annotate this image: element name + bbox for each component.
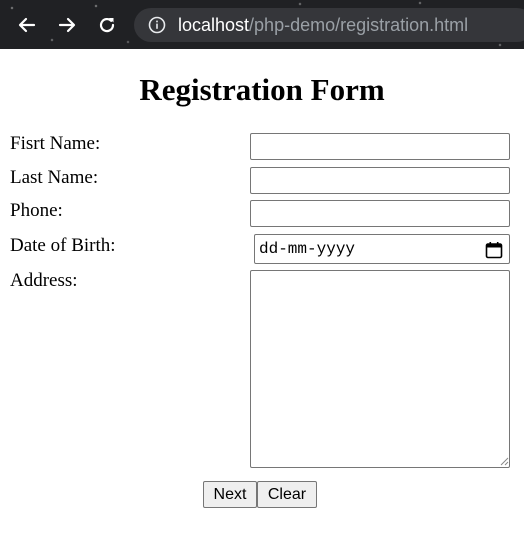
next-button[interactable]: Next — [203, 481, 257, 508]
dob-placeholder: dd-mm-yyyy — [259, 240, 356, 258]
site-info-icon[interactable] — [148, 16, 166, 34]
browser-toolbar: localhost/php-demo/registration.html — [0, 0, 524, 49]
phone-field[interactable] — [250, 200, 510, 227]
back-arrow-icon — [18, 17, 36, 33]
page-title: Registration Form — [139, 72, 385, 107]
last-name-label: Last Name: — [10, 167, 99, 188]
dob-label: Date of Birth: — [10, 235, 116, 256]
resize-grip-icon[interactable] — [499, 456, 509, 466]
last-name-field[interactable] — [250, 167, 510, 194]
dob-date-field[interactable]: dd-mm-yyyy — [254, 234, 510, 264]
reload-icon — [99, 18, 115, 33]
reload-button[interactable] — [92, 10, 122, 40]
clear-button[interactable]: Clear — [257, 481, 317, 508]
url-host: localhost — [178, 14, 250, 35]
calendar-icon[interactable] — [485, 241, 503, 259]
url-path: /php-demo/registration.html — [249, 14, 469, 35]
address-textarea[interactable] — [250, 270, 510, 468]
first-name-label: Fisrt Name: — [10, 133, 101, 154]
forward-button[interactable] — [52, 10, 82, 40]
address-bar[interactable]: localhost/php-demo/registration.html — [134, 8, 524, 42]
address-label: Address: — [10, 270, 78, 291]
first-name-field[interactable] — [250, 133, 510, 160]
forward-arrow-icon — [58, 17, 76, 33]
phone-label: Phone: — [10, 200, 63, 221]
back-button[interactable] — [12, 10, 42, 40]
